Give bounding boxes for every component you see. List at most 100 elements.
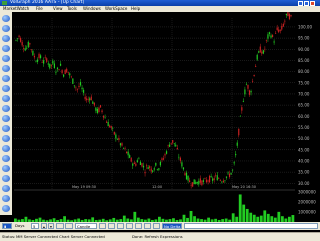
candle-body [104,117,106,119]
timeframe-button[interactable]: ▮ [2,223,12,229]
toolbar-button-icon[interactable] [2,15,10,22]
candle-body [101,110,103,113]
candle-body [184,173,186,176]
price-volume-chart[interactable]: 100.00 95.00 90.00 85.00 80.00 75.00 70.00 65.0… [12,12,320,222]
toolbar-button-icon[interactable] [2,175,10,182]
candle-body [135,163,137,166]
minimize-icon[interactable] [298,0,303,6]
option-button[interactable] [117,223,124,229]
toolbar-button-icon[interactable] [2,195,10,202]
volume-tick-label: 2000000 [298,200,316,205]
volume-bar [231,213,235,222]
toolbar-button-icon[interactable] [2,115,10,122]
option-button[interactable] [126,223,133,229]
option-button[interactable] [108,223,115,229]
candle-body [21,41,23,46]
toolbar-button-icon[interactable] [2,85,10,92]
option-button[interactable] [56,223,64,229]
candle-body [58,69,60,71]
toolbar-button-icon[interactable] [2,125,10,132]
chart-controls: ▮ Days 5 ▴ ▾ Candle No Delta [0,222,320,230]
candle-body [99,105,102,108]
candle-body [138,158,140,160]
option-button[interactable] [144,223,151,229]
candle-body [16,38,19,39]
candle-body [275,33,277,34]
y-tick-label: 60.00 [298,114,310,119]
delta-tab[interactable]: No Delta [162,223,182,229]
y-tick-label: 95.00 [298,36,310,41]
y-tick-label: 65.00 [298,103,310,108]
spin-up-button[interactable]: ▴ [41,223,47,229]
candle-body [261,51,263,54]
candle-body [136,160,138,163]
volume-bar [277,211,281,222]
candle-body [20,38,22,42]
candle-body [76,88,79,90]
candle-body [213,178,215,181]
candle-body [67,72,69,73]
toolbar-button-icon[interactable] [2,35,10,42]
candle-body [141,163,143,167]
toolbar-button-icon[interactable] [2,145,10,152]
option-button[interactable] [65,223,73,229]
candle-body [59,63,62,66]
toolbar-button-icon[interactable] [2,95,10,102]
toolbar-button-icon[interactable] [2,25,10,32]
candle-body [139,161,142,165]
toolbar-button-icon[interactable] [2,155,10,162]
candle-body [284,20,286,22]
y-tick-label: 50.00 [298,136,310,141]
chart-area[interactable]: 100.00 95.00 90.00 85.00 80.00 75.00 70.00 65.0… [12,12,320,222]
spin-down-button[interactable]: ▾ [48,223,54,229]
toolbar-button-icon[interactable] [2,165,10,172]
candle-body [153,168,155,170]
chart-scrollbar[interactable] [184,223,318,229]
close-icon[interactable] [310,0,315,6]
candle-body [127,151,129,156]
candle-body [156,169,158,170]
days-input[interactable]: 5 [31,223,39,229]
candle-body [29,43,31,45]
candle-body [33,55,36,58]
candle-body [278,29,280,33]
option-button[interactable] [135,223,142,229]
toolbar-button-icon[interactable] [2,185,10,192]
y-tick-label: 90.00 [298,47,310,52]
volume-bar [291,215,295,222]
toolbar-button-icon[interactable] [2,45,10,52]
candle-body [236,142,238,146]
candle-body [26,47,28,49]
toolbar-button-icon[interactable] [2,65,10,72]
candle-body [158,168,160,170]
candle-body [46,58,48,62]
option-button[interactable] [99,223,106,229]
candle-body [92,101,94,104]
candle-body [247,84,249,89]
toolbar-button-icon[interactable] [2,135,10,142]
maximize-icon[interactable] [304,0,309,6]
candle-body [170,142,172,144]
toolbar-button-icon[interactable] [2,105,10,112]
candle-body [162,158,165,160]
candle-body [210,176,212,178]
candle-body [41,62,43,63]
candle-body [212,178,214,181]
candle-body [270,35,272,38]
x-tick-label: May 20 16:30 [232,185,256,189]
toolbar-button-icon[interactable] [2,75,10,82]
candle-body [72,78,74,84]
toolbar-button-icon[interactable] [2,205,10,212]
candle-body [235,153,237,156]
candle-body [109,125,111,128]
candle-body [248,90,251,95]
candle-body [122,147,125,149]
candle-body [227,172,229,174]
chart-type-select[interactable]: Candle [75,223,97,229]
option-button[interactable] [153,223,160,229]
candle-body [56,67,59,70]
candle-body [273,41,275,43]
y-tick-label: 80.00 [298,69,310,74]
toolbar-button-icon[interactable] [2,55,10,62]
x-tick-label: May 19 09:30 [72,185,96,189]
